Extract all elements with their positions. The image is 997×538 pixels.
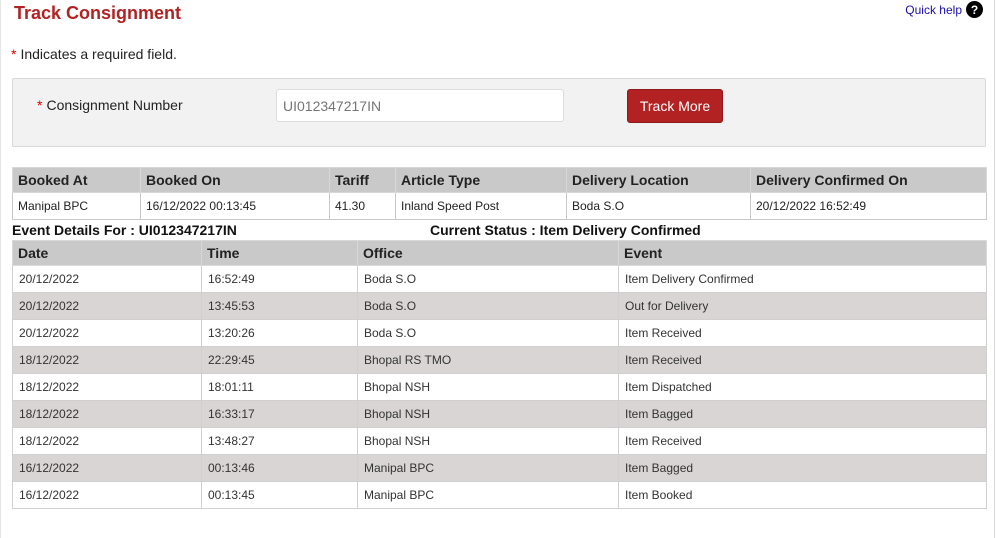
event-date-cell: 18/12/2022 [12, 400, 202, 428]
event-description-cell: Out for Delivery [618, 292, 987, 320]
event-office-cell: Bhopal NSH [357, 427, 619, 455]
event-date-cell: 20/12/2022 [12, 319, 202, 347]
booked-at-cell: Manipal BPC [12, 192, 141, 220]
event-time-cell: 13:48:27 [201, 427, 358, 455]
event-description-cell: Item Received [618, 346, 987, 374]
event-office-cell: Manipal BPC [357, 454, 619, 482]
booked-on-cell: 16/12/2022 00:13:45 [140, 192, 330, 220]
events-header: Office [357, 240, 619, 266]
event-date-cell: 16/12/2022 [12, 481, 202, 509]
events-header: Date [12, 240, 202, 266]
summary-header-row: Booked At Booked On Tariff Article Type … [12, 167, 987, 193]
event-time-cell: 18:01:11 [201, 373, 358, 401]
required-note: * Indicates a required field. [11, 46, 177, 62]
event-office-cell: Manipal BPC [357, 481, 619, 509]
event-office-cell: Boda S.O [357, 319, 619, 347]
required-star: * [37, 97, 43, 113]
help-icon[interactable]: ? [966, 1, 983, 18]
event-date-cell: 16/12/2022 [12, 454, 202, 482]
summary-header: Booked At [12, 167, 141, 193]
event-description-cell: Item Bagged [618, 400, 987, 428]
event-date-cell: 18/12/2022 [12, 427, 202, 455]
event-description-cell: Item Received [618, 427, 987, 455]
table-row: 18/12/2022 22:29:45 Bhopal RS TMO Item Rece… [12, 346, 987, 374]
article-type-cell: Inland Speed Post [395, 192, 567, 220]
table-row: 20/12/2022 13:45:53 Boda S.O Out for Delive… [12, 292, 987, 320]
events-body: 20/12/2022 16:52:49 Boda S.O Item Delivery … [12, 265, 987, 509]
summary-header: Delivery Location [566, 167, 751, 193]
summary-header: Tariff [329, 167, 396, 193]
delivery-location-cell: Boda S.O [566, 192, 751, 220]
events-header: Time [201, 240, 358, 266]
table-row: 18/12/2022 16:33:17 Bhopal NSH Item Bagged [12, 400, 987, 428]
event-time-cell: 13:20:26 [201, 319, 358, 347]
tariff-cell: 41.30 [329, 192, 396, 220]
event-office-cell: Bhopal RS TMO [357, 346, 619, 374]
summary-row: Manipal BPC 16/12/2022 00:13:45 41.30 In… [12, 192, 987, 220]
event-description-cell: Item Delivery Confirmed [618, 265, 987, 293]
event-time-cell: 00:13:45 [201, 481, 358, 509]
consignment-label: * Consignment Number [37, 97, 183, 113]
page-title: Track Consignment [14, 3, 182, 23]
search-form: *Consignment Number Track More [12, 78, 986, 147]
delivery-confirmed-cell: 20/12/2022 16:52:49 [750, 192, 987, 220]
event-office-cell: Boda S.O [357, 265, 619, 293]
event-time-cell: 16:33:17 [201, 400, 358, 428]
event-details-table: Date Time Office Event 20/12/2022 16:52:4… [12, 240, 987, 509]
quick-help-link[interactable]: Quick help ? [905, 1, 983, 18]
table-row: 18/12/2022 18:01:11 Bhopal NSH Item Dispatc… [12, 373, 987, 401]
summary-header: Delivery Confirmed On [750, 167, 987, 193]
event-office-cell: Bhopal NSH [357, 373, 619, 401]
consignment-number-input[interactable] [276, 89, 564, 122]
event-description-cell: Item Dispatched [618, 373, 987, 401]
event-description-cell: Item Bagged [618, 454, 987, 482]
event-date-cell: 18/12/2022 [12, 373, 202, 401]
table-row: 18/12/2022 13:48:27 Bhopal NSH Item Receive… [12, 427, 987, 455]
quick-help-label[interactable]: Quick help [905, 3, 962, 17]
table-row: 16/12/2022 00:13:46 Manipal BPC Item Bagged [12, 454, 987, 482]
consignment-label-text: Consignment Number [46, 97, 183, 113]
event-office-cell: Boda S.O [357, 292, 619, 320]
summary-header: Article Type [395, 167, 567, 193]
event-office-cell: Bhopal NSH [357, 400, 619, 428]
track-more-button[interactable]: Track More [627, 89, 723, 123]
event-time-cell: 13:45:53 [201, 292, 358, 320]
event-time-cell: 22:29:45 [201, 346, 358, 374]
event-details-label: Event Details For : UI012347217IN [12, 222, 237, 238]
booking-summary-table: Booked At Booked On Tariff Article Type … [12, 167, 987, 220]
current-status-label: Current Status : Item Delivery Confirmed [430, 222, 701, 238]
event-date-cell: 20/12/2022 [12, 292, 202, 320]
event-time-cell: 00:13:46 [201, 454, 358, 482]
event-date-cell: 18/12/2022 [12, 346, 202, 374]
event-time-cell: 16:52:49 [201, 265, 358, 293]
summary-header: Booked On [140, 167, 330, 193]
event-description-cell: Item Received [618, 319, 987, 347]
events-header-row: Date Time Office Event [12, 240, 987, 266]
event-date-cell: 20/12/2022 [12, 265, 202, 293]
table-row: 20/12/2022 16:52:49 Boda S.O Item Delivery … [12, 265, 987, 293]
event-description-cell: Item Booked [618, 481, 987, 509]
events-header: Event [618, 240, 987, 266]
required-star: * [11, 46, 17, 62]
required-note-text: Indicates a required field. [20, 46, 177, 62]
table-row: 16/12/2022 00:13:45 Manipal BPC Item Booked [12, 481, 987, 509]
table-row: 20/12/2022 13:20:26 Boda S.O Item Received [12, 319, 987, 347]
